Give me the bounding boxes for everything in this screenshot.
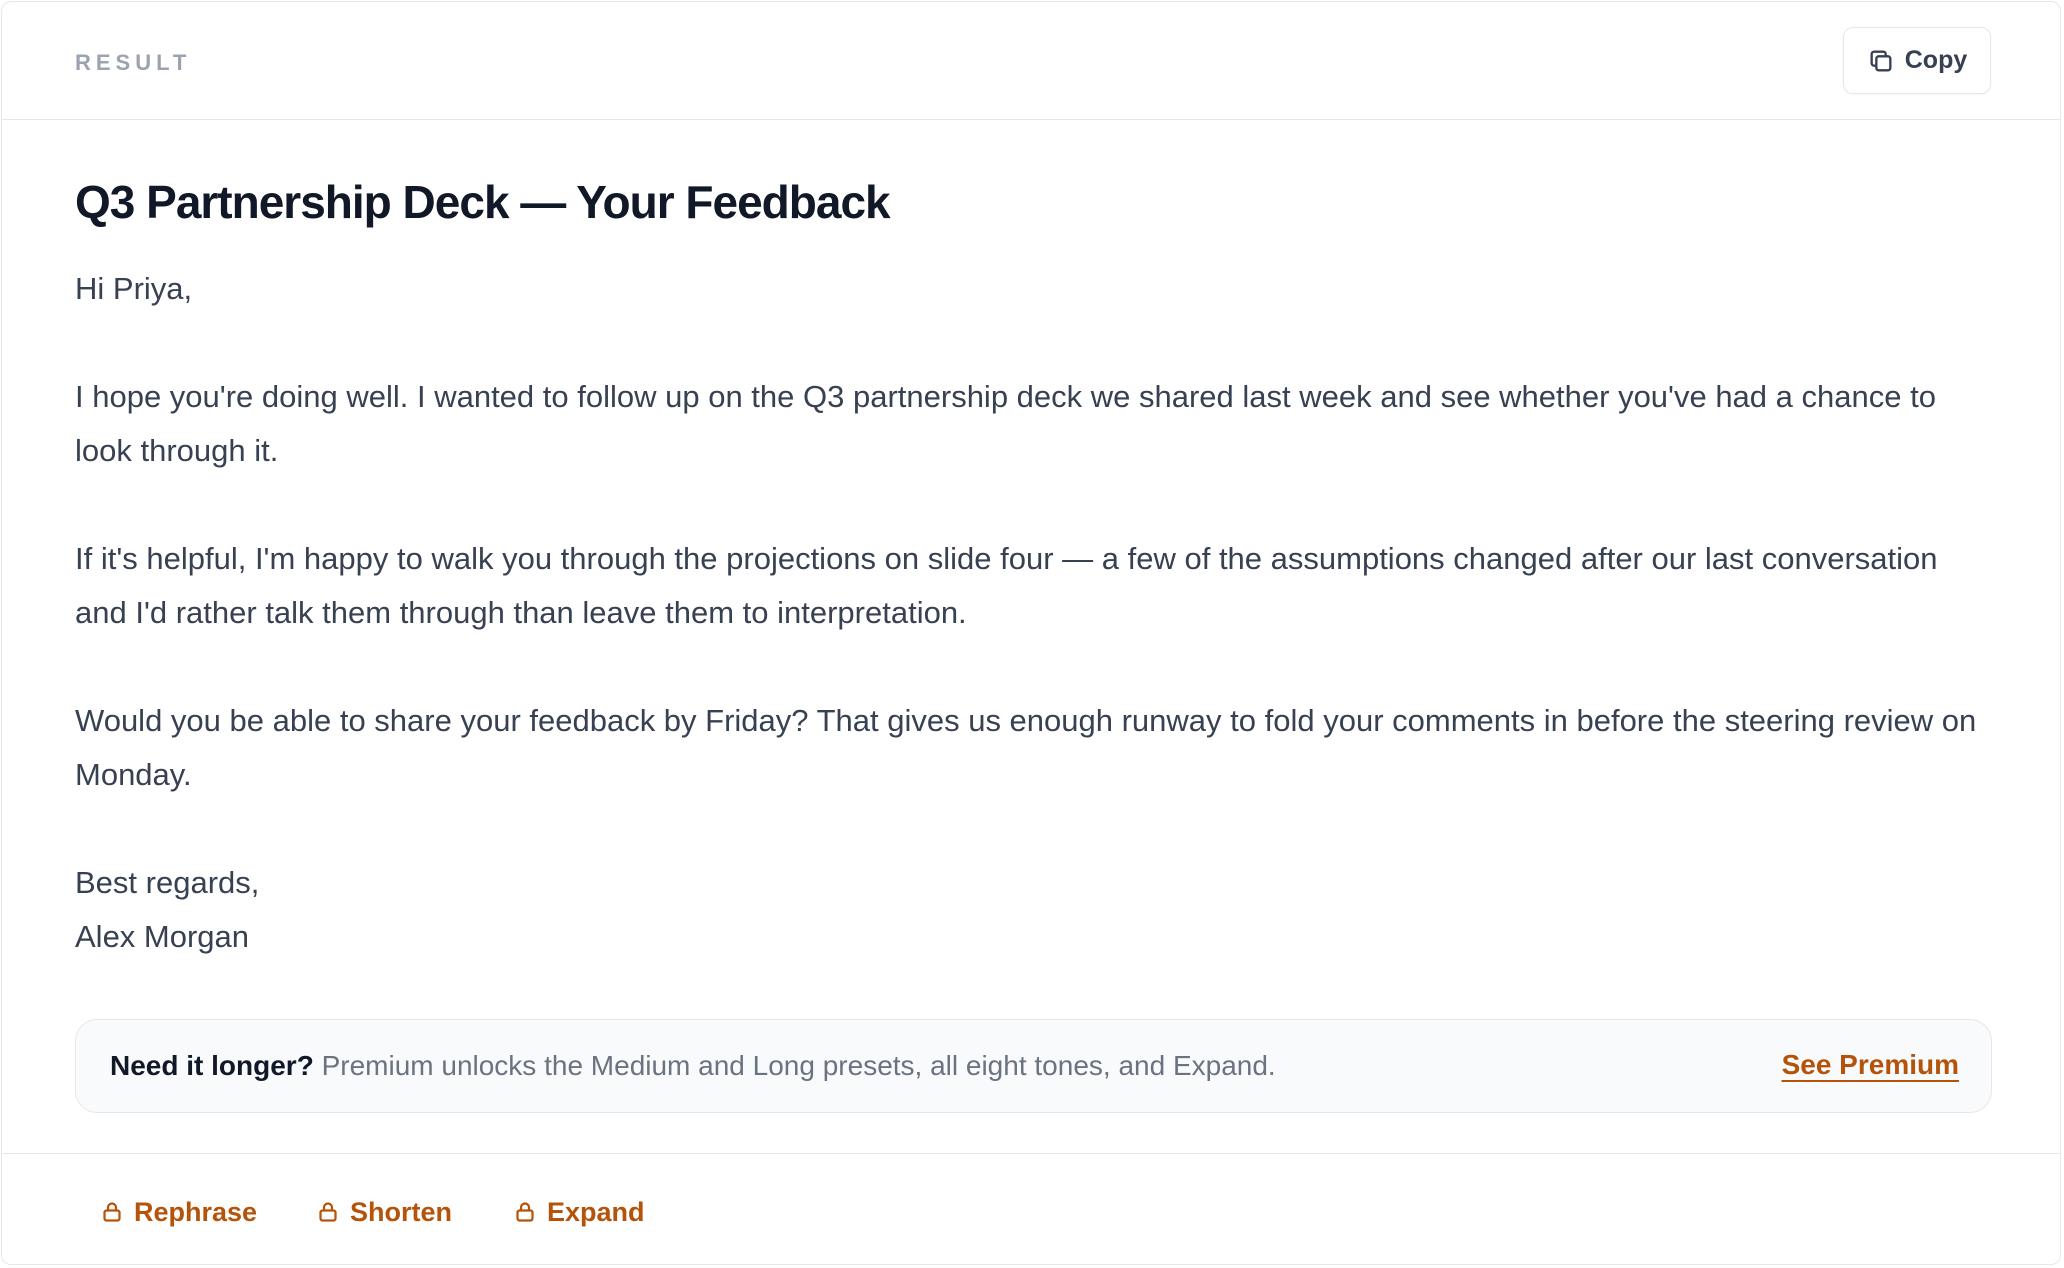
upsell-description: Premium unlocks the Medium and Long pres… [321,1050,1276,1081]
lock-icon [100,1200,124,1224]
lock-icon [316,1200,340,1224]
see-premium-link[interactable]: See Premium [1782,1048,1959,1082]
shorten-button[interactable]: Shorten [316,1196,452,1228]
copy-label: Copy [1904,46,1968,74]
upsell-text: Need it longer? Premium unlocks the Medi… [110,1049,1276,1083]
rephrase-button[interactable]: Rephrase [100,1196,257,1228]
action-footer: Rephrase Shorten Expand [2,1153,2060,1264]
email-paragraph: Would you be able to share your feedback… [75,703,1977,792]
copy-button[interactable]: Copy [1843,27,1991,94]
expand-label: Expand [547,1197,645,1227]
email-title: Q3 Partnership Deck — Your Feedback [75,176,891,228]
lock-icon [513,1200,537,1224]
email-body: Hi Priya, I hope you're doing well. I wa… [75,262,1995,964]
upsell-heading: Need it longer? [110,1050,314,1081]
shorten-label: Shorten [350,1197,453,1227]
result-header: RESULT Copy [2,2,2060,120]
email-content: Q3 Partnership Deck — Your Feedback Hi P… [75,172,1995,964]
expand-button[interactable]: Expand [513,1196,645,1228]
email-paragraph: I hope you're doing well. I wanted to fo… [75,379,1936,468]
email-closing: Best regards, [75,865,260,900]
result-label: RESULT [75,50,192,75]
copy-icon [1867,47,1895,75]
email-greeting: Hi Priya, [75,271,193,306]
premium-upsell-banner: Need it longer? Premium unlocks the Medi… [75,1019,1992,1113]
result-card: RESULT Copy Q3 Partnership Deck — Your F… [1,1,2061,1265]
rephrase-label: Rephrase [134,1197,258,1227]
email-paragraph: If it's helpful, I'm happy to walk you t… [75,541,1938,630]
email-signature: Alex Morgan [75,919,250,954]
